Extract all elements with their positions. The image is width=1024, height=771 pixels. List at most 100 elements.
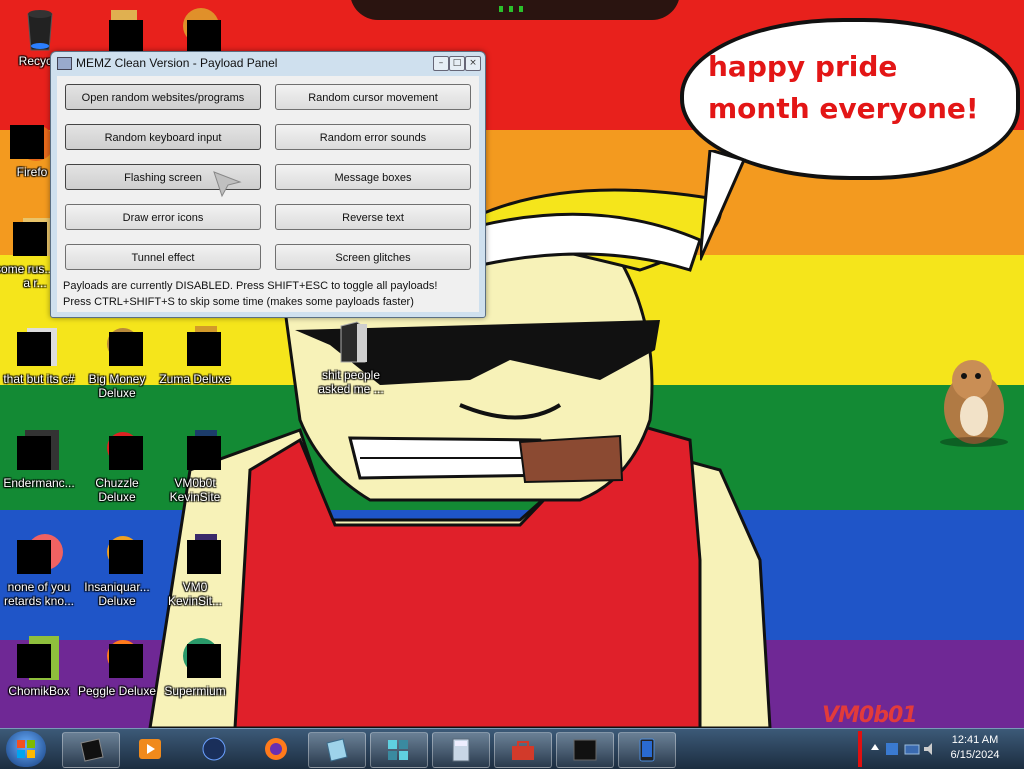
desktop-icon-folder[interactable]: shit people asked me ...: [310, 318, 392, 396]
desktop-icon-label: none of you retards kno...: [3, 580, 75, 608]
desktop-icon-label: Insaniquar... Deluxe: [84, 580, 150, 608]
taskbar-item-cmd[interactable]: [62, 732, 120, 768]
speech-bubble-text: happy pride month everyone!: [708, 50, 979, 125]
censor-box: [17, 436, 51, 470]
random-keyboard-input-button[interactable]: Random keyboard input: [65, 124, 261, 150]
desktop-icon-label: Peggle Deluxe: [77, 684, 157, 698]
mouse-cursor-icon: [213, 171, 242, 198]
calculator-icon: [452, 738, 470, 762]
censor-box: [13, 222, 47, 256]
app-window-icon: [57, 57, 72, 70]
desktop-icon-label: Zuma Deluxe: [159, 372, 231, 386]
folder-icon: [340, 321, 367, 363]
recycle-bin-icon: [27, 10, 53, 51]
desktop-icon-app-1[interactable]: Endermanc...: [0, 426, 80, 490]
taskbar-item-media-player[interactable]: [122, 732, 178, 766]
desktop-icon-folder-top[interactable]: [76, 4, 158, 54]
taskbar: 12:41 AM 6/15/2024: [0, 728, 1024, 769]
clock-time: 12:41 AM: [951, 734, 999, 746]
taskbar-item-calculator[interactable]: [432, 732, 490, 768]
censor-box: [17, 540, 51, 574]
censor-box: [109, 20, 143, 54]
censor-box: [187, 20, 221, 54]
desktop-icon-label: Supermium: [164, 684, 226, 698]
censor-box: [17, 332, 51, 366]
taskbar-item-terminal[interactable]: [556, 732, 614, 768]
taskbar-item-tablet[interactable]: [618, 732, 676, 768]
tablet-icon: [639, 738, 655, 762]
desktop-icon-chuzzle[interactable]: Chuzzle Deluxe: [76, 426, 158, 504]
windows-logo-icon: [17, 740, 35, 758]
tray-app-icon[interactable]: [884, 741, 900, 757]
start-button[interactable]: [6, 731, 46, 767]
firefox-icon: [265, 738, 287, 760]
status-text-line-2: Press CTRL+SHIFT+S to skip some time (ma…: [63, 296, 414, 308]
payload-panel-window: MEMZ Clean Version - Payload Panel – □ ×…: [50, 51, 486, 318]
desktop-icon-label: Big Money Deluxe: [88, 372, 146, 400]
open-random-websites-button[interactable]: Open random websites/programs: [65, 84, 261, 110]
minimize-button[interactable]: –: [433, 56, 449, 71]
tray-clock[interactable]: 12:41 AM 6/15/2024: [942, 733, 1008, 763]
window-titlebar[interactable]: MEMZ Clean Version - Payload Panel – □ ×: [51, 52, 485, 74]
censor-box: [187, 644, 221, 678]
tray-red-marker: [858, 731, 862, 767]
random-error-sounds-button[interactable]: Random error sounds: [275, 124, 471, 150]
desktop-icon-browser-top[interactable]: [154, 4, 236, 54]
tray-arrow-icon[interactable]: [870, 742, 880, 752]
system-tray: 12:41 AM 6/15/2024: [858, 729, 1024, 769]
desktop-icon-label: ChomikBox: [8, 684, 70, 698]
notepad-icon: [326, 738, 348, 762]
censor-box: [187, 436, 221, 470]
reverse-text-button[interactable]: Reverse text: [275, 204, 471, 230]
media-player-icon: [139, 739, 161, 759]
clock-date: 6/15/2024: [950, 749, 1000, 761]
tunnel-effect-button[interactable]: Tunnel effect: [65, 244, 261, 270]
desktop-icon-peggle[interactable]: Peggle Deluxe: [76, 634, 158, 698]
toolbox-icon: [512, 741, 534, 760]
censor-box: [17, 644, 51, 678]
taskbar-item-toolbox[interactable]: [494, 732, 552, 768]
maximize-button[interactable]: □: [449, 56, 465, 71]
hamster-icon: [940, 360, 1008, 447]
window-title: MEMZ Clean Version - Payload Panel: [76, 56, 278, 70]
window-client-area: Open random websites/programs Random cur…: [57, 76, 479, 312]
taskbar-item-puzzle[interactable]: [370, 732, 428, 768]
desktop-icon-vm0-kevinsite[interactable]: VM0 KevinSit...: [154, 530, 236, 608]
watermark-text: VM0b01: [822, 703, 918, 728]
desktop-icon-label: shit people asked me ...: [318, 368, 384, 396]
desktop-icon-file-2[interactable]: that but its c#: [0, 322, 80, 386]
desktop-icon-zuma[interactable]: Zuma Deluxe: [154, 322, 236, 386]
censor-box: [109, 644, 143, 678]
network-icon[interactable]: [904, 741, 920, 757]
taskbar-item-notepad[interactable]: [308, 732, 366, 768]
censor-box: [10, 125, 44, 159]
censor-box: [109, 540, 143, 574]
random-cursor-movement-button[interactable]: Random cursor movement: [275, 84, 471, 110]
desktop-icon-label: VM0b0t KevinSite: [169, 476, 221, 504]
volume-icon[interactable]: [922, 741, 938, 757]
censor-box: [187, 332, 221, 366]
close-button[interactable]: ×: [465, 56, 481, 71]
desktop-icon-label: that but its c#: [3, 372, 75, 386]
screen-glitches-button[interactable]: Screen glitches: [275, 244, 471, 270]
speech-bubble-tail: [700, 150, 747, 261]
desktop-icon-label: Chuzzle Deluxe: [95, 476, 139, 504]
desktop-icon-label: VM0 KevinSit...: [167, 580, 223, 608]
globe-icon: [202, 737, 226, 761]
censor-box: [187, 540, 221, 574]
draw-error-icons-button[interactable]: Draw error icons: [65, 204, 261, 230]
desktop-icon-supermium[interactable]: Supermium: [154, 634, 236, 698]
status-text-line-1: Payloads are currently DISABLED. Press S…: [63, 280, 438, 292]
terminal-icon: [573, 739, 597, 761]
censor-box: [109, 436, 143, 470]
censor-box: [109, 332, 143, 366]
taskbar-item-firefox[interactable]: [248, 732, 304, 766]
desktop-icon-label: Endermanc...: [3, 476, 75, 490]
desktop-icon-big-money[interactable]: Big Money Deluxe: [76, 322, 158, 400]
desktop-icon-app-2[interactable]: none of you retards kno...: [0, 530, 80, 608]
desktop-icon-insaniquarium[interactable]: Insaniquar... Deluxe: [76, 530, 158, 608]
desktop-icon-vm0b0t-kevinsite[interactable]: VM0b0t KevinSite: [154, 426, 236, 504]
message-boxes-button[interactable]: Message boxes: [275, 164, 471, 190]
desktop-icon-chomikbox[interactable]: ChomikBox: [0, 634, 80, 698]
taskbar-item-globe[interactable]: [186, 732, 242, 766]
